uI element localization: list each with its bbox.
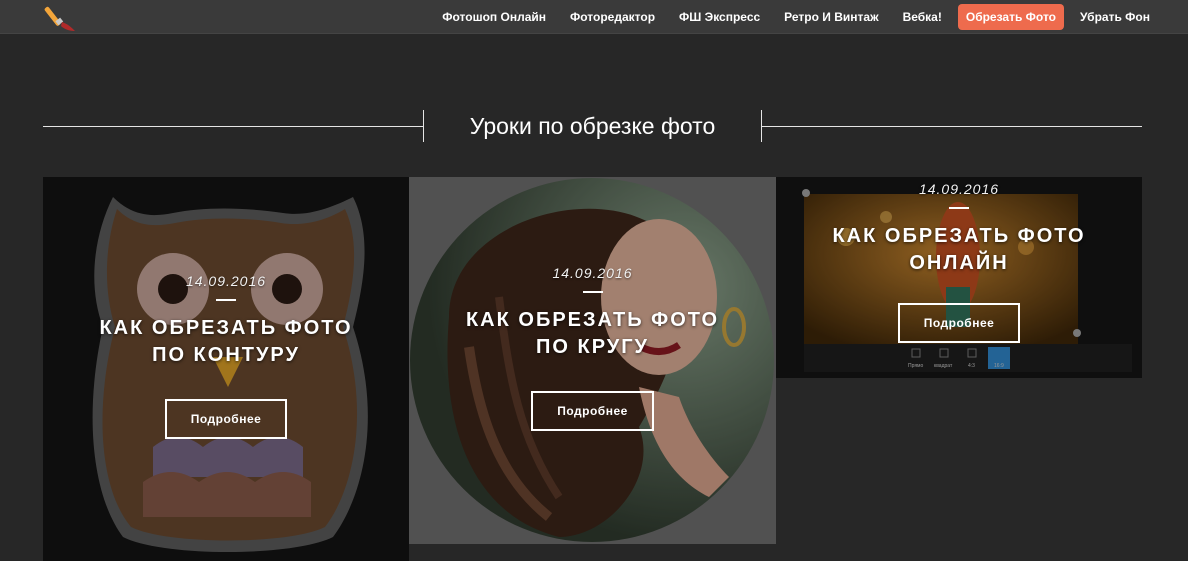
card-date: 14.09.2016 [185, 273, 267, 289]
card-title-line1: КАК ОБРЕЗАТЬ ФОТО [465, 309, 720, 331]
editor-toolbar-label: Прямо [908, 363, 924, 369]
section-header: Уроки по обрезке фото [43, 110, 1142, 142]
card-date: 14.09.2016 [918, 181, 1000, 197]
editor-toolbar-label: 4:3 [968, 363, 975, 369]
card-title-line2: ПО КОНТУРУ [152, 344, 300, 366]
lesson-card-circle[interactable]: 14.09.2016 КАК ОБРЕЗАТЬ ФОТО ПО КРУГУ По… [409, 177, 776, 544]
card-dash [216, 299, 236, 301]
read-more-button[interactable]: Подробнее [531, 391, 654, 431]
card-title-line2: ОНЛАЙН [909, 252, 1009, 274]
card-title-line2: ПО КРУГУ [536, 336, 649, 358]
paintbrush-icon[interactable] [44, 2, 78, 32]
divider-left [43, 126, 424, 127]
card-caption: 14.09.2016 КАК ОБРЕЗАТЬ ФОТО ОНЛАЙН Подр… [776, 181, 1142, 343]
card-caption: 14.09.2016 КАК ОБРЕЗАТЬ ФОТО ПО КОНТУРУ … [43, 273, 409, 439]
nav-item-remove-background[interactable]: Убрать Фон [1072, 4, 1158, 30]
nav-item-webcam[interactable]: Вебка! [895, 4, 950, 30]
nav-item-crop-photo[interactable]: Обрезать Фото [957, 3, 1064, 30]
nav-item-photo-editor[interactable]: Фоторедактор [562, 4, 663, 30]
top-nav-bar: Фотошоп Онлайн Фоторедактор ФШ Экспресс … [0, 0, 1188, 33]
lesson-card-contour[interactable]: 14.09.2016 КАК ОБРЕЗАТЬ ФОТО ПО КОНТУРУ … [43, 177, 409, 561]
card-dash [582, 291, 603, 293]
lesson-card-online[interactable]: Прямо квадрат 4:3 16:9 14.09.2016 КАК ОБ… [776, 177, 1142, 378]
card-title-line1: КАК ОБРЕЗАТЬ ФОТО [832, 225, 1086, 247]
section-title: Уроки по обрезке фото [469, 113, 716, 139]
editor-toolbar-label: квадрат [934, 363, 953, 369]
card-caption: 14.09.2016 КАК ОБРЕЗАТЬ ФОТО ПО КРУГУ По… [409, 265, 776, 431]
editor-toolbar-label: 16:9 [994, 363, 1004, 369]
read-more-button[interactable]: Подробнее [897, 303, 1021, 343]
nav-item-fsh-express[interactable]: ФШ Экспресс [671, 4, 768, 30]
nav-item-retro-vintage[interactable]: Ретро И Винтаж [776, 4, 886, 30]
read-more-button[interactable]: Подробнее [164, 399, 288, 439]
card-date: 14.09.2016 [552, 265, 633, 281]
card-dash [949, 207, 969, 209]
main-nav: Фотошоп Онлайн Фоторедактор ФШ Экспресс … [426, 0, 1158, 33]
nav-item-photoshop-online[interactable]: Фотошоп Онлайн [434, 4, 554, 30]
card-title-line1: КАК ОБРЕЗАТЬ ФОТО [99, 317, 353, 339]
divider-right [761, 126, 1142, 127]
